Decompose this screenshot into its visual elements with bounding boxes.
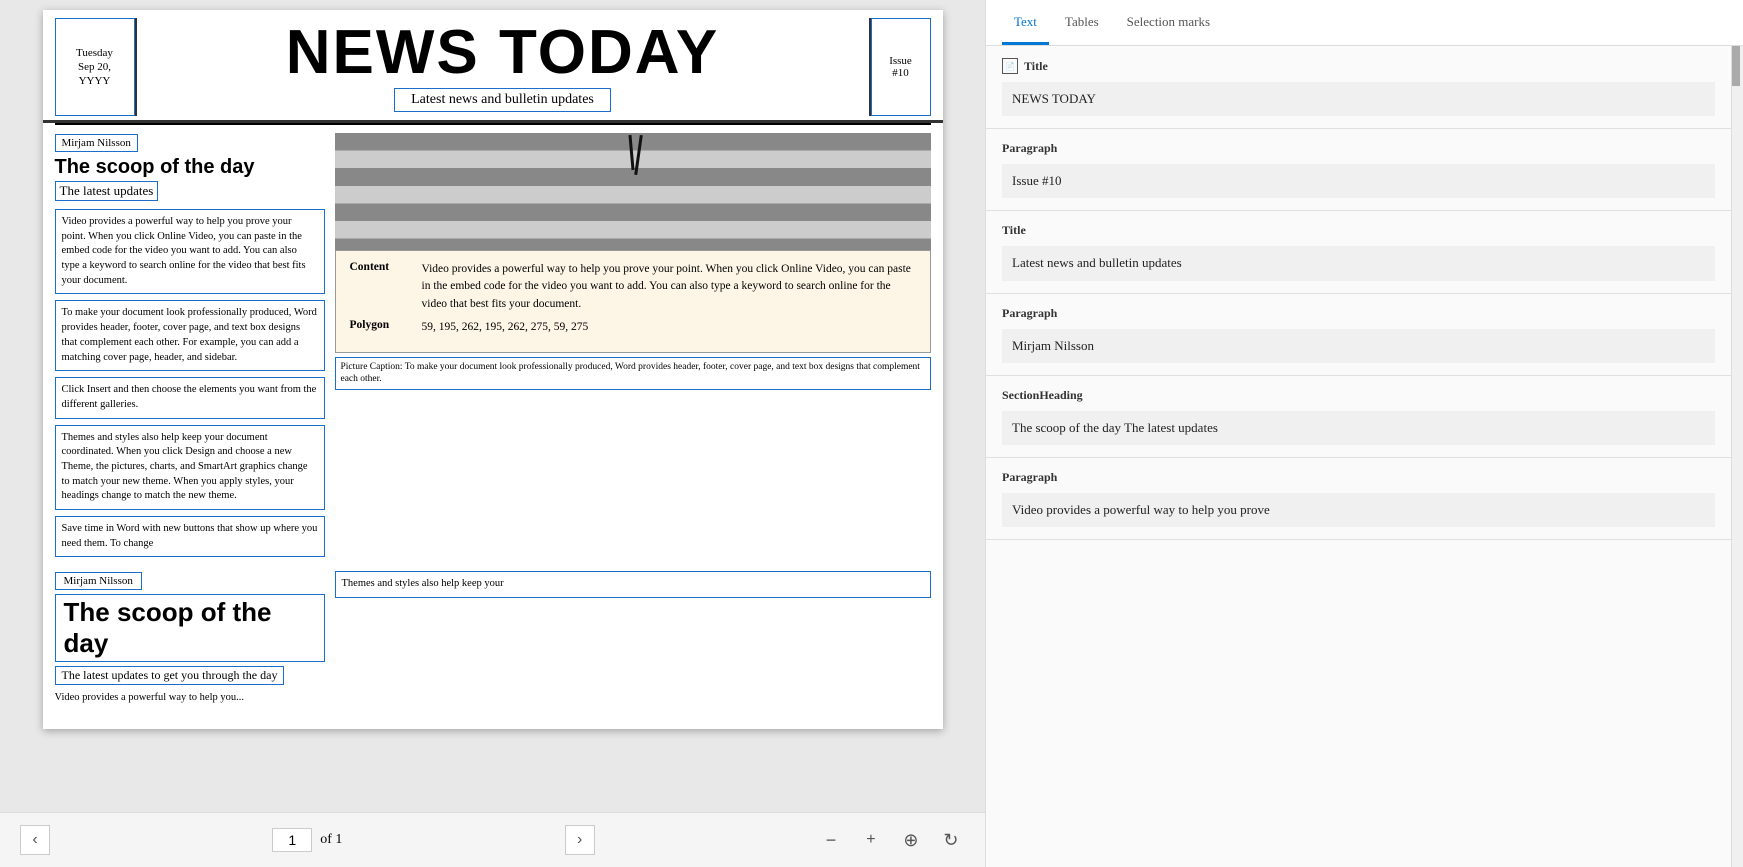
- result-label-4: Paragraph: [1002, 306, 1715, 321]
- section-heading-1: The scoop of the day: [55, 156, 325, 179]
- result-type-6: Paragraph: [1002, 470, 1057, 485]
- date-box: Tuesday Sep 20, YYYY: [55, 18, 135, 116]
- fit-page-button[interactable]: ⊕: [897, 826, 925, 854]
- tooltip-polygon-row: Polygon 59, 195, 262, 195, 262, 275, 59,…: [350, 319, 916, 336]
- result-item-6: Paragraph Video provides a powerful way …: [986, 458, 1731, 540]
- document-panel: Tuesday Sep 20, YYYY NEWS TODAY Latest n…: [0, 0, 985, 867]
- page-indicator: of 1: [272, 828, 342, 852]
- date-text: Tuesday Sep 20, YYYY: [76, 46, 113, 89]
- content-tooltip: Content Video provides a powerful way to…: [335, 250, 931, 353]
- title-area: NEWS TODAY Latest news and bulletin upda…: [135, 18, 871, 116]
- result-value-6: Video provides a powerful way to help yo…: [1002, 493, 1715, 527]
- result-value-4: Mirjam Nilsson: [1002, 329, 1715, 363]
- image-container: Content Video provides a powerful way to…: [335, 133, 931, 353]
- document-bottom-bar: ‹ of 1 › − + ⊕ ↻: [0, 812, 985, 867]
- bottom-left-column: Mirjam Nilsson The scoop of the day The …: [55, 571, 325, 721]
- author-badge-2: Mirjam Nilsson: [55, 572, 142, 590]
- result-label-1: 📄 Title: [1002, 58, 1715, 74]
- analysis-results[interactable]: 📄 Title NEWS TODAY Paragraph Issue #10 T…: [986, 46, 1731, 867]
- result-type-2: Paragraph: [1002, 141, 1057, 156]
- tooltip-content-row: Content Video provides a powerful way to…: [350, 261, 916, 313]
- newspaper-title: NEWS TODAY: [286, 22, 719, 84]
- issue-box: Issue #10: [871, 18, 931, 116]
- result-value-5: The scoop of the day The latest updates: [1002, 411, 1715, 445]
- right-scrollbar[interactable]: [1731, 46, 1743, 867]
- rotate-button[interactable]: ↻: [937, 826, 965, 854]
- issue-text: Issue #10: [889, 55, 912, 79]
- text-block-5: Save time in Word with new buttons that …: [55, 516, 325, 557]
- result-type-5: SectionHeading: [1002, 388, 1083, 403]
- result-value-1: NEWS TODAY: [1002, 82, 1715, 116]
- newspaper-document: Tuesday Sep 20, YYYY NEWS TODAY Latest n…: [43, 10, 943, 729]
- result-item-3: Title Latest news and bulletin updates: [986, 211, 1731, 293]
- newspaper-header: Tuesday Sep 20, YYYY NEWS TODAY Latest n…: [43, 10, 943, 123]
- section-subheading-1: The latest updates: [55, 181, 159, 201]
- text-block-2: To make your document look professionall…: [55, 300, 325, 371]
- subtitle-box: Latest news and bulletin updates: [394, 88, 611, 112]
- bottom-section: Mirjam Nilsson The scoop of the day The …: [43, 571, 943, 729]
- prev-page-button[interactable]: ‹: [20, 825, 50, 855]
- doc-icon-1: 📄: [1002, 58, 1018, 74]
- result-type-4: Paragraph: [1002, 306, 1057, 321]
- text-block-partial: Video provides a powerful way to help yo…: [55, 691, 325, 721]
- left-column: Mirjam Nilsson The scoop of the day The …: [55, 133, 325, 563]
- tab-selection-marks[interactable]: Selection marks: [1115, 0, 1222, 45]
- of-page-text: of 1: [320, 832, 342, 848]
- section-heading-2: The scoop of the day: [55, 594, 325, 662]
- polygon-label: Polygon: [350, 319, 410, 336]
- text-block-4: Themes and styles also help keep your do…: [55, 425, 325, 510]
- analysis-panel: Text Tables Selection marks 📄 Title NEWS…: [985, 0, 1743, 867]
- tab-text[interactable]: Text: [1002, 0, 1049, 45]
- page-number-input[interactable]: [272, 828, 312, 852]
- newspaper-main-content: Mirjam Nilsson The scoop of the day The …: [43, 125, 943, 571]
- result-label-2: Paragraph: [1002, 141, 1715, 156]
- analysis-tabs: Text Tables Selection marks: [986, 0, 1743, 46]
- scrollbar-thumb[interactable]: [1732, 46, 1740, 86]
- right-column: Content Video provides a powerful way to…: [335, 133, 931, 563]
- result-item-4: Paragraph Mirjam Nilsson: [986, 294, 1731, 376]
- text-block-3: Click Insert and then choose the element…: [55, 377, 325, 418]
- tab-tables[interactable]: Tables: [1053, 0, 1111, 45]
- zoom-out-button[interactable]: −: [817, 826, 845, 854]
- text-block-1: Video provides a powerful way to help yo…: [55, 209, 325, 294]
- result-value-3: Latest news and bulletin updates: [1002, 246, 1715, 280]
- result-type-3: Title: [1002, 223, 1026, 238]
- polygon-value: 59, 195, 262, 195, 262, 275, 59, 275: [422, 319, 589, 336]
- content-value: Video provides a powerful way to help yo…: [422, 261, 916, 313]
- picture-caption: Picture Caption: To make your document l…: [335, 357, 931, 390]
- author-badge-1: Mirjam Nilsson: [55, 134, 138, 152]
- result-label-5: SectionHeading: [1002, 388, 1715, 403]
- document-page[interactable]: Tuesday Sep 20, YYYY NEWS TODAY Latest n…: [0, 0, 985, 812]
- section-subheading-2: The latest updates to get you through th…: [55, 666, 285, 685]
- bottom-right-column: Themes and styles also help keep your: [335, 571, 931, 721]
- result-label-6: Paragraph: [1002, 470, 1715, 485]
- result-value-2: Issue #10: [1002, 164, 1715, 198]
- result-item-1: 📄 Title NEWS TODAY: [986, 46, 1731, 129]
- result-type-1: Title: [1024, 59, 1048, 74]
- bottom-right-text: Themes and styles also help keep your: [335, 571, 931, 598]
- result-label-3: Title: [1002, 223, 1715, 238]
- next-page-button[interactable]: ›: [565, 825, 595, 855]
- content-label: Content: [350, 261, 410, 313]
- zoom-controls: − + ⊕ ↻: [817, 826, 965, 854]
- right-panel-inner: 📄 Title NEWS TODAY Paragraph Issue #10 T…: [986, 46, 1743, 867]
- result-item-2: Paragraph Issue #10: [986, 129, 1731, 211]
- result-item-5: SectionHeading The scoop of the day The …: [986, 376, 1731, 458]
- zoom-in-button[interactable]: +: [857, 826, 885, 854]
